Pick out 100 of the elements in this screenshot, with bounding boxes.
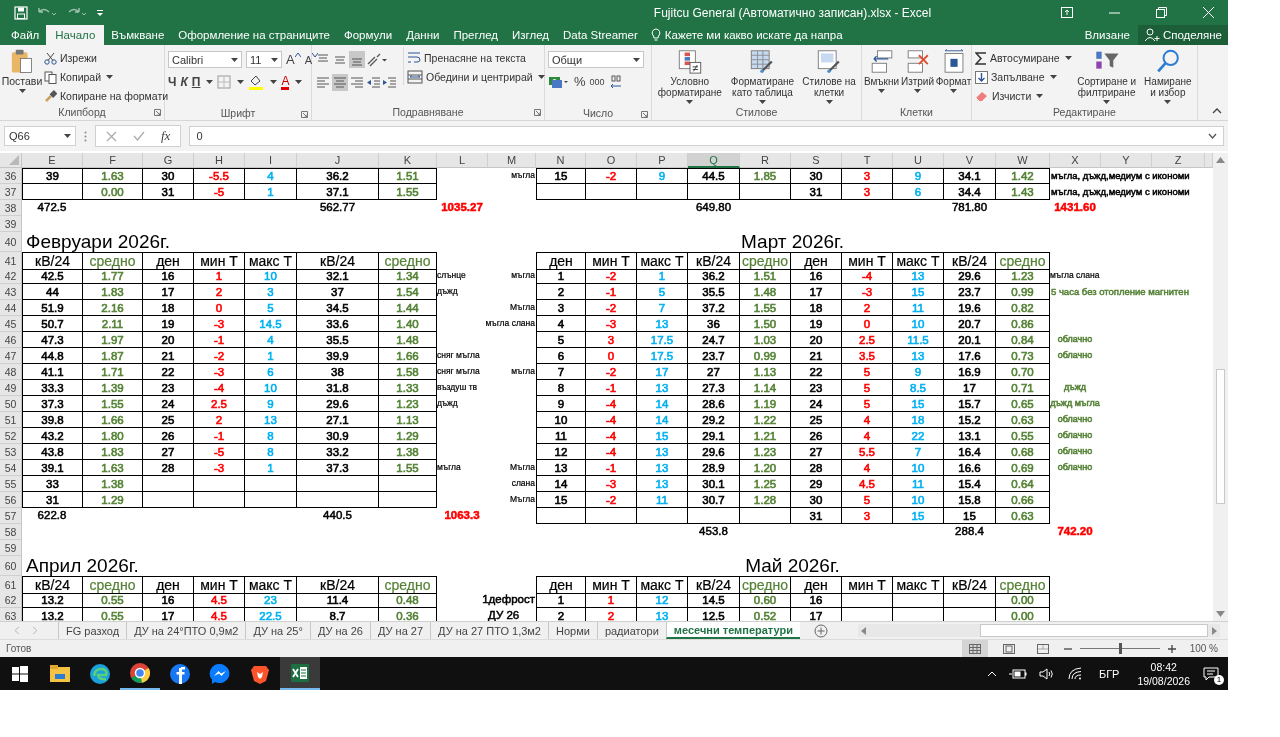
row-header[interactable]: 57 xyxy=(0,508,22,524)
font-color-button[interactable]: A xyxy=(281,74,290,90)
caret-icon[interactable] xyxy=(64,134,71,138)
column-header[interactable]: U xyxy=(893,153,944,168)
column-header[interactable]: Q xyxy=(688,153,740,168)
ribbon-tab[interactable]: Въмкване xyxy=(104,25,172,45)
ribbon-tab[interactable]: Формули xyxy=(336,25,400,45)
increase-decimal-icon[interactable] xyxy=(608,74,623,90)
row-header[interactable]: 54 xyxy=(0,460,22,476)
zoom-level[interactable]: 100 % xyxy=(1189,643,1218,654)
row-header[interactable]: 56 xyxy=(0,492,22,508)
column-header[interactable]: Y xyxy=(1101,153,1152,168)
paste-button[interactable]: Постави xyxy=(3,47,41,93)
column-header[interactable]: Z xyxy=(1152,153,1205,168)
decrease-font-button[interactable]: A xyxy=(304,52,318,67)
dialog-launcher-icon[interactable] xyxy=(301,110,308,118)
row-header[interactable]: 37 xyxy=(0,184,22,200)
increase-font-button[interactable]: A xyxy=(286,52,301,67)
caret-icon[interactable] xyxy=(1164,100,1172,104)
caret-icon[interactable] xyxy=(825,100,833,104)
add-sheet-icon[interactable] xyxy=(814,623,828,638)
clear-button[interactable]: Изчисти xyxy=(975,88,1072,104)
column-header[interactable]: R xyxy=(740,153,791,168)
fill-button[interactable]: Запълване xyxy=(975,69,1072,85)
increase-indent-icon[interactable] xyxy=(382,74,397,91)
wifi-icon[interactable] xyxy=(1066,667,1083,680)
column-header[interactable]: E xyxy=(22,153,83,168)
bold-button[interactable]: Ч xyxy=(168,75,177,89)
column-header[interactable]: J xyxy=(297,153,379,168)
ribbon-tab[interactable]: Файл xyxy=(4,25,47,45)
taskbar-button[interactable] xyxy=(280,657,320,690)
caret-icon[interactable] xyxy=(295,80,303,84)
notification-button[interactable]: 1 xyxy=(1198,662,1224,685)
sort-filter-button[interactable]: Сортиране и филтриране xyxy=(1074,47,1139,104)
row-header[interactable]: 42 xyxy=(0,268,22,284)
row-header[interactable]: 50 xyxy=(0,396,22,412)
font-family-field[interactable]: Calibri xyxy=(168,51,242,68)
fill-color-icon[interactable] xyxy=(248,74,265,90)
column-header[interactable]: I xyxy=(245,153,297,168)
dialog-launcher-icon[interactable] xyxy=(641,110,648,118)
drag-handle-icon[interactable] xyxy=(84,130,87,142)
caret-icon[interactable] xyxy=(914,89,921,93)
column-header[interactable]: K xyxy=(379,153,437,168)
row-header[interactable]: 59 xyxy=(0,540,22,556)
underline-button[interactable]: П xyxy=(191,75,201,89)
italic-button[interactable]: К xyxy=(180,75,188,89)
insert-function-button[interactable]: fx xyxy=(161,128,171,144)
dialog-launcher-icon[interactable] xyxy=(154,109,161,116)
show-hidden-icons[interactable] xyxy=(986,670,997,677)
name-box[interactable]: Q66 xyxy=(4,126,76,146)
scroll-down-icon[interactable] xyxy=(1216,611,1225,617)
caret-icon[interactable] xyxy=(1064,56,1072,60)
column-header[interactable]: H xyxy=(194,153,245,168)
cell-styles-button[interactable]: Стилове на клетки xyxy=(800,47,858,104)
collapse-ribbon-icon[interactable] xyxy=(1212,108,1222,114)
column-header[interactable]: F xyxy=(83,153,143,168)
ribbon-tab[interactable]: Данни xyxy=(399,25,447,45)
percent-button[interactable]: % xyxy=(574,75,586,89)
row-header[interactable]: 43 xyxy=(0,284,22,300)
dialog-launcher-icon[interactable] xyxy=(534,109,541,116)
row-header[interactable]: 49 xyxy=(0,380,22,396)
caret-icon[interactable] xyxy=(206,80,214,84)
customize-caret-icon[interactable] xyxy=(96,7,104,18)
autosum-button[interactable]: Автосумиране xyxy=(975,50,1072,66)
save-icon[interactable] xyxy=(14,5,28,20)
find-select-button[interactable]: Намиране и избор xyxy=(1141,47,1194,104)
caret-icon[interactable] xyxy=(633,57,640,62)
row-header[interactable]: 39 xyxy=(0,216,22,232)
row-header[interactable]: 58 xyxy=(0,524,22,540)
restore-icon[interactable] xyxy=(1156,7,1167,18)
column-header[interactable]: T xyxy=(842,153,893,168)
normal-view-button[interactable] xyxy=(961,640,988,657)
row-header[interactable]: 63 xyxy=(0,608,22,621)
ribbon-tab[interactable]: Оформление на страниците xyxy=(171,25,337,45)
format-painter-button[interactable]: Копиране на формати xyxy=(44,88,169,104)
caret-icon[interactable] xyxy=(231,57,238,62)
sheet-tab[interactable]: месечни температури xyxy=(665,622,800,639)
row-header[interactable]: 60 xyxy=(0,556,22,576)
caret-icon[interactable] xyxy=(1103,100,1111,104)
ribbon-display-icon[interactable] xyxy=(1061,7,1073,18)
ribbon-tab[interactable]: Преглед xyxy=(446,25,505,45)
format-button[interactable]: Формат xyxy=(937,47,970,93)
number-format-field[interactable]: Общи xyxy=(548,51,644,68)
copy-button[interactable]: Копирай xyxy=(44,69,169,85)
column-header[interactable]: L xyxy=(437,153,488,168)
thousands-button[interactable]: 000 xyxy=(589,75,605,89)
input-language[interactable]: БГР xyxy=(1098,667,1120,680)
caret-icon[interactable] xyxy=(237,80,245,84)
speaker-icon[interactable] xyxy=(1038,667,1055,680)
row-header[interactable]: 40 xyxy=(0,232,22,252)
scrollbar-thumb[interactable] xyxy=(1216,369,1225,504)
column-header[interactable]: V xyxy=(944,153,996,168)
conditional-formatting-button[interactable]: Условно форматиране xyxy=(655,47,725,104)
column-header[interactable]: S xyxy=(791,153,842,168)
row-header[interactable]: 53 xyxy=(0,444,22,460)
merge-center-button[interactable]: Обедини и центрирай xyxy=(407,69,545,85)
vertical-scrollbar[interactable] xyxy=(1213,153,1228,621)
ribbon-tab[interactable]: Изглед xyxy=(505,25,557,45)
expand-caret-icon[interactable] xyxy=(1208,133,1217,139)
clock[interactable]: 08:42 19/08/2026 xyxy=(1137,659,1190,688)
